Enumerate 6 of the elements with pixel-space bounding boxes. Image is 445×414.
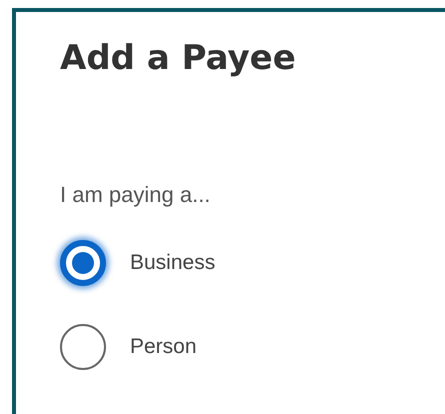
page-title: Add a Payee (60, 37, 297, 80)
option-label: Person (130, 335, 197, 359)
radio-button[interactable] (60, 240, 106, 286)
option-label: Business (130, 251, 216, 275)
question-label: I am paying a... (60, 181, 212, 209)
radio-button[interactable] (60, 324, 106, 370)
